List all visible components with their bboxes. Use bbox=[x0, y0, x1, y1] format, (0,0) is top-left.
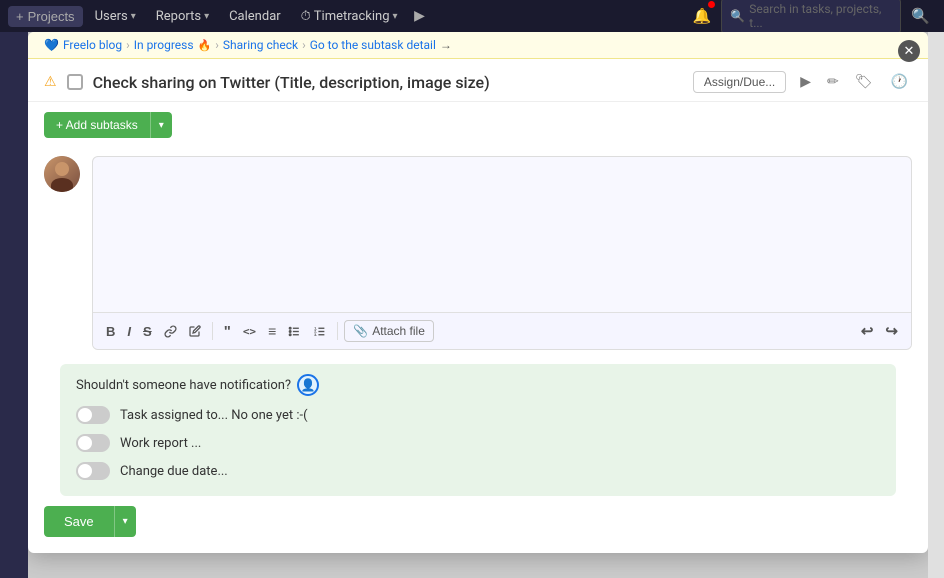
save-dropdown-button[interactable]: ▾ bbox=[114, 506, 136, 537]
user-avatar bbox=[44, 156, 80, 192]
code-button[interactable]: <> bbox=[238, 322, 261, 341]
undo-redo-group: ↩ ↪ bbox=[856, 319, 903, 343]
topbar: + Projects Users ▾ Reports ▾ Calendar ⏱ … bbox=[0, 0, 944, 32]
task-header: ⚠ Check sharing on Twitter (Title, descr… bbox=[28, 59, 928, 102]
warning-icon: ⚠ bbox=[44, 74, 57, 90]
save-button-group: Save ▾ bbox=[44, 506, 136, 537]
task-title: Check sharing on Twitter (Title, descrip… bbox=[93, 73, 683, 92]
align-button[interactable]: ≡ bbox=[263, 320, 281, 342]
add-subtasks-button[interactable]: + Add subtasks bbox=[44, 112, 150, 138]
add-notification-person-button[interactable]: 👤 bbox=[297, 374, 319, 396]
breadcrumb-separator-2: › bbox=[215, 38, 219, 52]
ordered-list-button[interactable]: 1.2.3. bbox=[308, 322, 331, 341]
comment-input[interactable] bbox=[93, 157, 911, 312]
notification-row-assigned: Task assigned to... No one yet :-( bbox=[76, 406, 880, 424]
paperclip-icon: 📎 bbox=[353, 324, 368, 338]
clock-icon[interactable]: 🕐 bbox=[887, 72, 912, 92]
pen-button[interactable] bbox=[184, 322, 206, 340]
notification-row-due-date: Change due date... bbox=[76, 462, 880, 480]
notification-title: Shouldn't someone have notification? 👤 bbox=[76, 374, 880, 396]
breadcrumb-section-link[interactable]: Sharing check bbox=[223, 38, 298, 52]
toggle-due-date[interactable] bbox=[76, 462, 110, 480]
breadcrumb-project-link[interactable]: Freelo blog bbox=[63, 38, 122, 52]
notification-row-work-report: Work report ... bbox=[76, 434, 880, 452]
play-button[interactable]: ▶ bbox=[410, 8, 430, 24]
subtasks-area: + Add subtasks ▾ bbox=[28, 102, 928, 148]
breadcrumb-separator-3: › bbox=[302, 38, 306, 52]
chevron-down-icon: ▾ bbox=[204, 11, 209, 22]
bold-button[interactable]: B bbox=[101, 321, 120, 342]
plus-icon: + bbox=[16, 9, 24, 24]
chevron-down-icon: ▾ bbox=[131, 11, 136, 22]
modal-overlay: ✕ 💙 Freelo blog › In progress 🔥 › Sharin… bbox=[28, 32, 928, 578]
assign-due-button[interactable]: Assign/Due... bbox=[693, 71, 786, 93]
chevron-down-icon: ▾ bbox=[123, 516, 128, 527]
notification-badge bbox=[708, 1, 715, 8]
search-bar[interactable]: 🔍 Search in tasks, projects, t... bbox=[721, 0, 901, 34]
avatar-image bbox=[44, 156, 80, 192]
edit-task-icon[interactable]: ✏ bbox=[823, 72, 843, 92]
notification-label-assigned: Task assigned to... No one yet :-( bbox=[120, 408, 308, 423]
comment-section: B I S " <> ≡ bbox=[28, 148, 928, 358]
breadcrumb: 💙 Freelo blog › In progress 🔥 › Sharing … bbox=[28, 32, 928, 59]
attach-file-button[interactable]: 📎 Attach file bbox=[344, 320, 434, 342]
search-icon: 🔍 bbox=[730, 9, 745, 23]
nav-users[interactable]: Users ▾ bbox=[87, 5, 144, 28]
breadcrumb-status-link[interactable]: In progress bbox=[134, 38, 194, 52]
notification-wrapper: Shouldn't someone have notification? 👤 T… bbox=[28, 358, 928, 496]
chevron-down-icon: ▾ bbox=[159, 120, 164, 131]
comment-toolbar: B I S " <> ≡ bbox=[93, 312, 911, 349]
heart-icon: 💙 bbox=[44, 38, 59, 52]
center-panel: ✕ 💙 Freelo blog › In progress 🔥 › Sharin… bbox=[28, 32, 928, 578]
comment-box: B I S " <> ≡ bbox=[92, 156, 912, 350]
toolbar-separator-2 bbox=[337, 322, 338, 340]
right-sidebar bbox=[928, 32, 944, 578]
task-modal: ✕ 💙 Freelo blog › In progress 🔥 › Sharin… bbox=[28, 32, 928, 553]
save-button[interactable]: Save bbox=[44, 506, 114, 537]
save-section: Save ▾ bbox=[28, 496, 928, 553]
notifications-bell[interactable]: 🔔 bbox=[687, 3, 718, 29]
nav-calendar[interactable]: Calendar bbox=[221, 5, 289, 28]
nav-reports[interactable]: Reports ▾ bbox=[148, 5, 217, 28]
tag-task-icon[interactable]: 🏷 bbox=[851, 72, 877, 92]
unordered-list-button[interactable] bbox=[283, 322, 306, 341]
redo-button[interactable]: ↪ bbox=[880, 319, 903, 343]
play-task-icon[interactable]: ▶ bbox=[796, 72, 815, 92]
nav-timetracking[interactable]: ⏱ Timetracking ▾ bbox=[293, 5, 406, 28]
add-subtasks-group: + Add subtasks ▾ bbox=[44, 112, 172, 138]
task-checkbox[interactable] bbox=[67, 74, 83, 90]
notification-label-due-date: Change due date... bbox=[120, 464, 228, 479]
strikethrough-button[interactable]: S bbox=[138, 321, 157, 342]
main-content: ✕ 💙 Freelo blog › In progress 🔥 › Sharin… bbox=[0, 32, 944, 578]
task-action-icons: ▶ ✏ 🏷 bbox=[796, 72, 876, 92]
search-extra-button[interactable]: 🔍 bbox=[905, 3, 936, 29]
bell-icon: 🔔 bbox=[693, 7, 712, 25]
modal-close-button[interactable]: ✕ bbox=[898, 40, 920, 62]
magnifier-icon: 🔍 bbox=[911, 7, 930, 25]
undo-button[interactable]: ↩ bbox=[856, 319, 879, 343]
add-projects-button[interactable]: + Projects bbox=[8, 6, 83, 27]
breadcrumb-action-link[interactable]: Go to the subtask detail bbox=[310, 38, 436, 52]
notification-section: Shouldn't someone have notification? 👤 T… bbox=[60, 364, 896, 496]
svg-text:3.: 3. bbox=[314, 332, 317, 336]
toolbar-separator-1 bbox=[212, 322, 213, 340]
link-button[interactable] bbox=[159, 322, 182, 341]
notification-label-work-report: Work report ... bbox=[120, 436, 201, 451]
quote-button[interactable]: " bbox=[219, 320, 236, 343]
chevron-down-icon: ▾ bbox=[393, 11, 398, 22]
left-sidebar bbox=[0, 32, 28, 578]
breadcrumb-separator: › bbox=[126, 38, 130, 52]
toggle-task-assigned[interactable] bbox=[76, 406, 110, 424]
toggle-work-report[interactable] bbox=[76, 434, 110, 452]
fire-icon: 🔥 bbox=[198, 39, 212, 52]
add-subtasks-dropdown-button[interactable]: ▾ bbox=[150, 112, 172, 138]
italic-button[interactable]: I bbox=[122, 321, 136, 342]
breadcrumb-arrow: → bbox=[440, 38, 452, 52]
